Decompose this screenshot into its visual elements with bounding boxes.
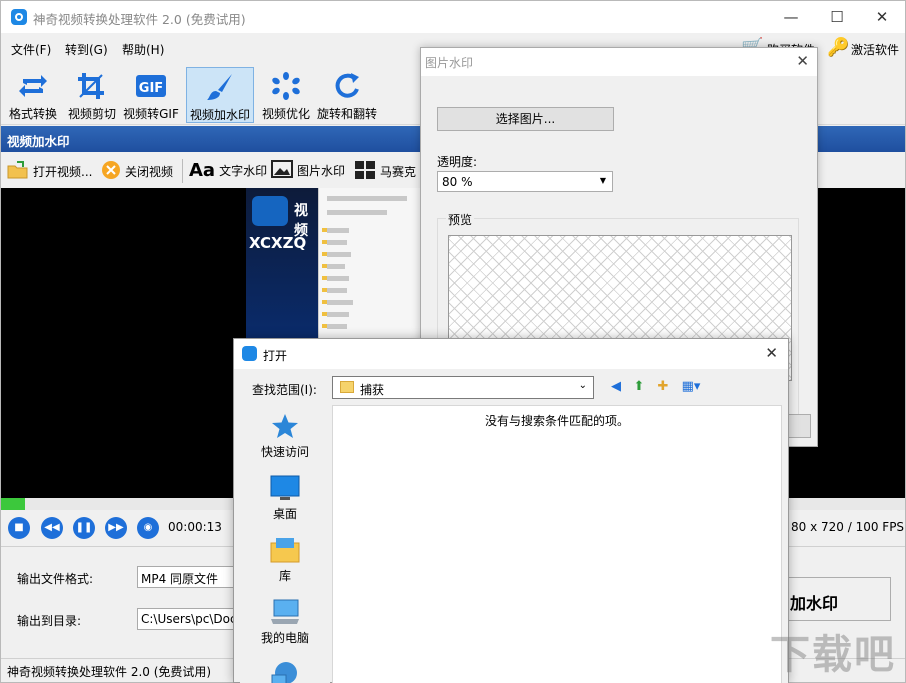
app-icon <box>242 346 257 361</box>
places-bar: 快速访问 桌面 库 我的电脑 <box>240 405 330 683</box>
close-icon[interactable]: ✕ <box>796 52 809 70</box>
gif-icon: GIF <box>136 75 166 97</box>
tool-video-cut[interactable]: 视频剪切 <box>63 67 121 123</box>
video-frame: 视频 XCXZQ <box>246 188 424 338</box>
brush-icon <box>207 74 232 100</box>
computer-icon <box>271 599 299 624</box>
dialog-title-bar: 图片水印 ✕ <box>421 48 817 76</box>
image-watermark-button[interactable]: 图片水印 <box>271 160 345 182</box>
tool-label: 视频加水印 <box>189 108 250 122</box>
app-logo-icon <box>252 196 288 226</box>
opacity-value: 80 % <box>442 175 473 189</box>
folder-icon <box>340 381 354 393</box>
tool-rotate-flip[interactable]: 旋转和翻转 <box>317 67 377 123</box>
current-time: 00:00:13 <box>168 520 222 534</box>
close-video-icon <box>101 160 121 183</box>
place-desktop[interactable]: 桌面 <box>240 475 330 522</box>
window-title: 神奇视频转换处理软件 2.0 (免费试用) <box>33 12 246 27</box>
lookin-label: 查找范围(I): <box>252 383 317 397</box>
svg-text:GIF: GIF <box>139 81 163 96</box>
tool-video-optimize[interactable]: 视频优化 <box>257 67 315 123</box>
mosaic-icon <box>354 160 376 183</box>
image-icon <box>271 160 293 181</box>
app-icon <box>11 9 27 25</box>
output-dir-label: 输出到目录: <box>17 614 82 628</box>
opacity-select[interactable]: 80 % ▼ <box>437 171 613 192</box>
fast-forward-icon[interactable]: ▶▶ <box>105 517 127 539</box>
output-dir-field[interactable]: C:\Users\pc\Docu <box>137 608 237 630</box>
frame-logo-panel: 视频 XCXZQ <box>246 188 318 338</box>
file-list[interactable]: 没有与搜索条件匹配的项。 <box>332 405 782 683</box>
output-format-select[interactable]: MP4 同原文件 <box>137 566 237 588</box>
star-icon <box>272 414 298 438</box>
tool-label: 旋转和翻转 <box>316 107 377 121</box>
tool-label: 视频转GIF <box>123 107 179 121</box>
rotate-icon <box>335 73 359 98</box>
minimize-button[interactable]: — <box>768 1 814 33</box>
place-network[interactable] <box>240 661 330 683</box>
close-video-button[interactable]: 关闭视频 <box>101 160 173 182</box>
mosaic-button[interactable]: 马赛克 <box>354 160 416 182</box>
up-folder-icon[interactable]: ⬆ <box>630 379 648 397</box>
close-icon[interactable]: ✕ <box>765 344 778 362</box>
pause-icon[interactable]: ❚❚ <box>73 517 95 539</box>
chevron-down-icon: ▼ <box>599 176 606 185</box>
place-library[interactable]: 库 <box>240 537 330 584</box>
folder-open-icon <box>7 160 29 183</box>
tool-label: 视频优化 <box>261 107 310 121</box>
lookin-select[interactable]: 捕获 ⌄ <box>332 376 594 399</box>
open-file-dialog: 打开 ✕ 查找范围(I): 捕获 ⌄ ◀ ⬆ ✚ ▦▾ 快速访问 桌面 库 我的… <box>233 338 789 683</box>
view-menu-icon[interactable]: ▦▾ <box>678 379 704 397</box>
menu-goto[interactable]: 转到(G) <box>65 41 108 58</box>
stop-icon[interactable]: ■ <box>8 517 30 539</box>
library-icon <box>270 538 300 563</box>
empty-message: 没有与搜索条件匹配的项。 <box>484 414 629 428</box>
convert-icon <box>19 75 47 97</box>
menu-help[interactable]: 帮助(H) <box>122 41 164 58</box>
place-quick-access[interactable]: 快速访问 <box>240 413 330 460</box>
preview-label: 预览 <box>446 211 475 228</box>
close-button[interactable]: ✕ <box>859 1 905 33</box>
tool-video-watermark[interactable]: 视频加水印 <box>186 67 254 123</box>
frame-logo-text: XCXZQ <box>249 234 307 252</box>
optimize-icon <box>272 72 300 100</box>
dialog-title-bar: 打开 ✕ <box>234 339 788 369</box>
resolution-fps: 80 x 720 / 100 FPS <box>791 520 905 534</box>
desktop-icon <box>270 475 300 500</box>
choose-image-button[interactable]: 选择图片... <box>437 107 614 131</box>
dialog-title: 图片水印 <box>425 56 474 70</box>
output-format-label: 输出文件格式: <box>17 572 94 586</box>
text-watermark-button[interactable]: Aa 文字水印 <box>189 160 267 182</box>
opacity-label: 透明度: <box>437 155 478 169</box>
key-icon[interactable]: 🔑 <box>827 37 849 59</box>
open-video-button[interactable]: 打开视频... <box>7 160 92 182</box>
maximize-button[interactable]: ☐ <box>814 1 860 33</box>
tool-video-to-gif[interactable]: GIF 视频转GIF <box>122 67 180 123</box>
frame-explorer <box>318 188 424 338</box>
snapshot-icon[interactable]: ◉ <box>137 517 159 539</box>
place-my-computer[interactable]: 我的电脑 <box>240 599 330 646</box>
progress-fill <box>1 498 25 510</box>
tool-format-convert[interactable]: 格式转换 <box>4 67 62 123</box>
back-icon[interactable]: ◀ <box>607 379 625 397</box>
title-bar: 神奇视频转换处理软件 2.0 (免费试用) — ☐ ✕ <box>1 1 905 33</box>
new-folder-icon[interactable]: ✚ <box>654 379 672 397</box>
dialog-title: 打开 <box>263 349 288 363</box>
site-watermark-logo: 下载吧 <box>770 632 896 678</box>
rewind-icon[interactable]: ◀◀ <box>41 517 63 539</box>
lookin-value: 捕获 <box>360 383 385 397</box>
activate-software-link[interactable]: 激活软件 <box>851 41 899 58</box>
crop-icon <box>78 73 104 99</box>
toolbar-separator <box>182 159 183 183</box>
dialog-ok-button-partial[interactable] <box>787 414 811 438</box>
text-icon: Aa <box>189 160 216 181</box>
chevron-down-icon: ⌄ <box>578 380 587 391</box>
menu-file[interactable]: 文件(F) <box>11 41 51 58</box>
network-icon <box>271 662 297 683</box>
